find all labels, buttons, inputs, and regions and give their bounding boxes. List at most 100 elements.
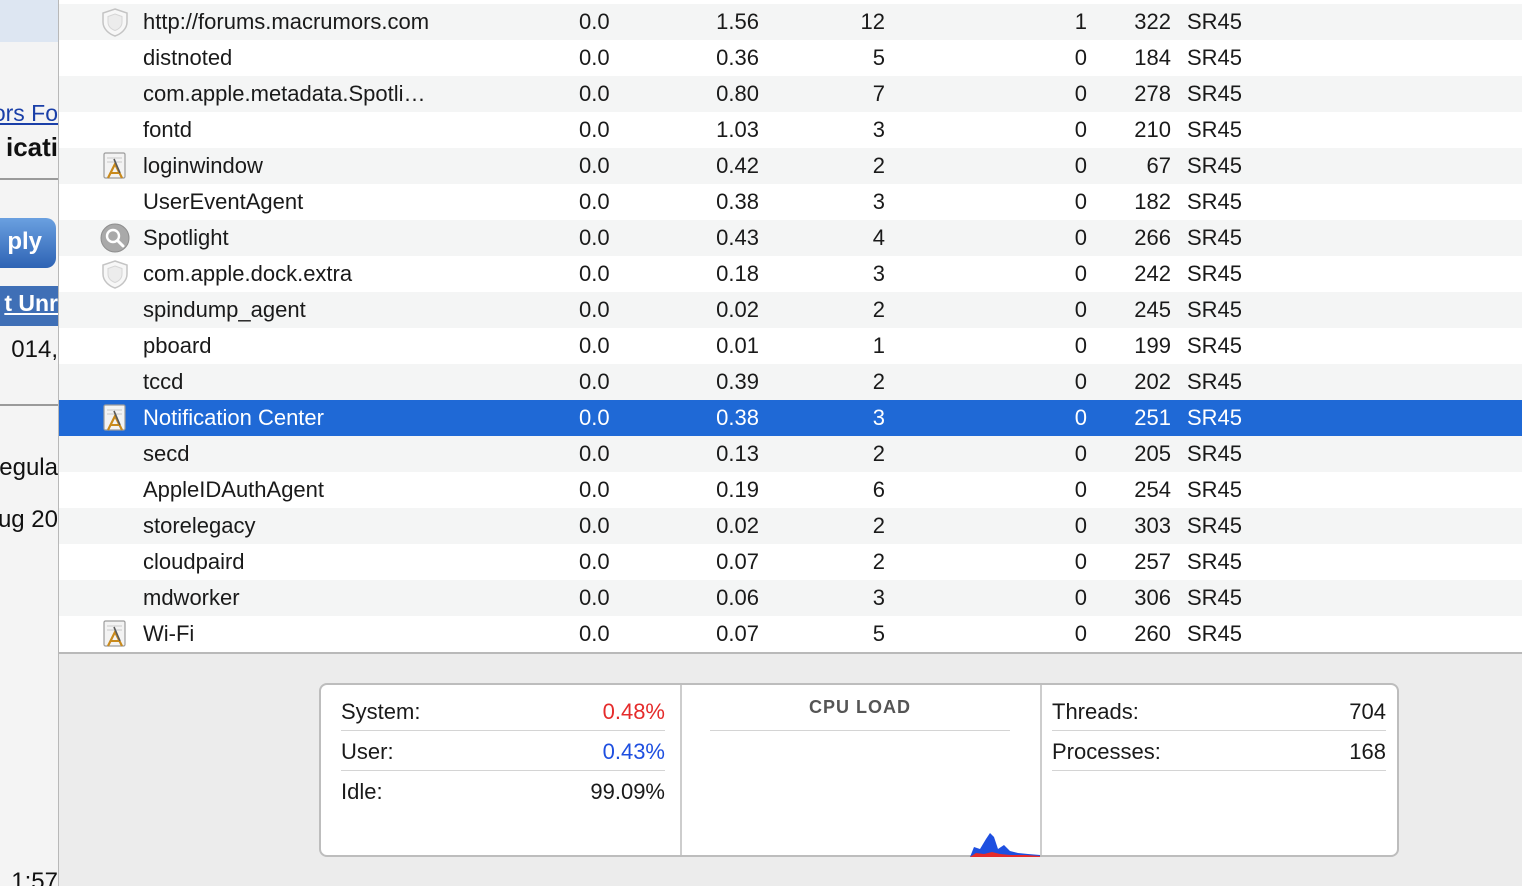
process-idle-wakeups: 0 [1074, 477, 1087, 502]
process-row[interactable]: tccd 0.0 0.39 2 0 202 SR45 [59, 364, 1522, 400]
process-threads: 4 [872, 225, 885, 250]
threads-processes-section: Threads: 704 Processes: 168 [1042, 685, 1397, 855]
generic-app-shield-icon [100, 259, 130, 289]
process-pid: 242 [1134, 261, 1171, 286]
background-link-text[interactable]: ors Fo [0, 100, 58, 127]
process-pid: 251 [1134, 405, 1171, 430]
background-reply-label: ply [7, 228, 42, 255]
process-pid: 199 [1134, 333, 1171, 358]
process-row[interactable]: spindump_agent 0.0 0.02 2 0 245 SR45 [59, 292, 1522, 328]
cpu-load-user-area [970, 833, 1040, 857]
cpu-usage-section: System: 0.48% User: 0.43% Idle: 99.09% [321, 685, 682, 855]
process-idle-wakeups: 0 [1074, 45, 1087, 70]
process-user: SR45 [1187, 9, 1243, 34]
process-pid: 322 [1134, 9, 1171, 34]
process-pid: 257 [1134, 549, 1171, 574]
process-name: http://forums.macrumors.com [143, 9, 430, 34]
process-row[interactable]: storelegacy 0.0 0.02 2 0 303 SR45 [59, 508, 1522, 544]
process-row[interactable]: Wi-Fi 0.0 0.07 5 0 260 SR45 [59, 616, 1522, 652]
process-user: SR45 [1187, 477, 1243, 502]
process-row[interactable]: cloudpaird 0.0 0.07 2 0 257 SR45 [59, 544, 1522, 580]
background-divider [0, 404, 58, 406]
process-row[interactable]: Spotlight 0.0 0.43 4 0 266 SR45 [59, 220, 1522, 256]
idle-stat: Idle: 99.09% [341, 771, 665, 811]
process-row[interactable]: com.apple.dock.extra 0.0 0.18 3 0 242 SR45 [59, 256, 1522, 292]
process-cpu-percent: 0.0 [579, 621, 610, 646]
process-name: tccd [143, 369, 184, 394]
process-name: AppleIDAuthAgent [143, 477, 325, 502]
system-label: System: [341, 699, 421, 724]
app-pencil-icon [100, 619, 130, 649]
process-pid: 254 [1134, 477, 1171, 502]
process-threads: 3 [872, 405, 885, 430]
cpu-load-title: CPU LOAD [710, 697, 1010, 731]
processes-value: 168 [1349, 739, 1386, 764]
process-cpu-time: 0.06 [716, 585, 759, 610]
table-divider [59, 652, 1522, 654]
process-pid: 303 [1134, 513, 1171, 538]
process-cpu-percent: 0.0 [579, 441, 610, 466]
process-cpu-time: 0.19 [716, 477, 759, 502]
process-threads: 2 [872, 441, 885, 466]
process-row[interactable]: com.apple.metadata.Spotli… 0.0 0.80 7 0 278 SR… [59, 76, 1522, 112]
user-label: User: [341, 739, 394, 764]
background-thread-bar[interactable]: t Unr [0, 286, 58, 326]
processes-stat: Processes: 168 [1052, 731, 1386, 771]
process-idle-wakeups: 0 [1074, 549, 1087, 574]
process-pid: 202 [1134, 369, 1171, 394]
process-idle-wakeups: 0 [1074, 81, 1087, 106]
process-row[interactable]: mdworker 0.0 0.06 3 0 306 SR45 [59, 580, 1522, 616]
process-threads: 5 [872, 621, 885, 646]
process-cpu-percent: 0.0 [579, 477, 610, 502]
process-cpu-time: 1.03 [716, 117, 759, 142]
process-row[interactable]: UserEventAgent 0.0 0.38 3 0 182 SR45 [59, 184, 1522, 220]
process-user: SR45 [1187, 153, 1243, 178]
process-name: loginwindow [143, 153, 263, 178]
process-cpu-percent: 0.0 [579, 405, 610, 430]
user-value: 0.43% [602, 739, 665, 764]
process-threads: 3 [872, 117, 885, 142]
process-idle-wakeups: 0 [1074, 513, 1087, 538]
process-table: http://forums.macrumors.com 0.0 1.56 12 1 322… [59, 0, 1522, 652]
process-name: Notification Center [143, 405, 324, 430]
process-name: UserEventAgent [143, 189, 304, 214]
process-row[interactable]: loginwindow 0.0 0.42 2 0 67 SR45 [59, 148, 1522, 184]
process-row[interactable]: fontd 0.0 1.03 3 0 210 SR45 [59, 112, 1522, 148]
background-text: egula [0, 454, 58, 481]
process-pid: 266 [1134, 225, 1171, 250]
background-thread-link[interactable]: t Unr [4, 290, 58, 317]
process-row[interactable]: distnoted 0.0 0.36 5 0 184 SR45 [59, 40, 1522, 76]
process-row[interactable]: pboard 0.0 0.01 1 0 199 SR45 [59, 328, 1522, 364]
process-threads: 3 [872, 189, 885, 214]
process-pid: 205 [1134, 441, 1171, 466]
process-pid: 182 [1134, 189, 1171, 214]
process-idle-wakeups: 0 [1074, 261, 1087, 286]
process-row[interactable]: AppleIDAuthAgent 0.0 0.19 6 0 254 SR45 [59, 472, 1522, 508]
process-name: Wi-Fi [143, 621, 195, 646]
process-user: SR45 [1187, 333, 1243, 358]
process-row[interactable]: Notification Center 0.0 0.38 3 0 251 SR45 [59, 400, 1522, 436]
process-cpu-time: 0.80 [716, 81, 759, 106]
app-pencil-icon [100, 151, 130, 181]
background-reply-button[interactable]: ply [0, 218, 56, 268]
process-row[interactable]: secd 0.0 0.13 2 0 205 SR45 [59, 436, 1522, 472]
process-pid: 245 [1134, 297, 1171, 322]
cpu-stats-panel: System: 0.48% User: 0.43% Idle: 99.09% C… [319, 683, 1399, 857]
generic-app-shield-icon [100, 7, 130, 37]
process-row[interactable]: http://forums.macrumors.com 0.0 1.56 12 1 322… [59, 4, 1522, 40]
process-cpu-percent: 0.0 [579, 45, 610, 70]
threads-label: Threads: [1052, 699, 1139, 724]
background-date-text: 014, [11, 336, 58, 363]
process-cpu-time: 0.13 [716, 441, 759, 466]
process-user: SR45 [1187, 297, 1243, 322]
processes-label: Processes: [1052, 739, 1161, 764]
background-text: ug 20 [0, 506, 58, 533]
process-name: spindump_agent [143, 297, 306, 322]
process-cpu-time: 0.42 [716, 153, 759, 178]
process-cpu-percent: 0.0 [579, 513, 610, 538]
process-cpu-percent: 0.0 [579, 9, 610, 34]
system-stat: System: 0.48% [341, 691, 665, 731]
process-idle-wakeups: 0 [1074, 441, 1087, 466]
process-pid: 260 [1134, 621, 1171, 646]
spotlight-icon [100, 223, 130, 253]
